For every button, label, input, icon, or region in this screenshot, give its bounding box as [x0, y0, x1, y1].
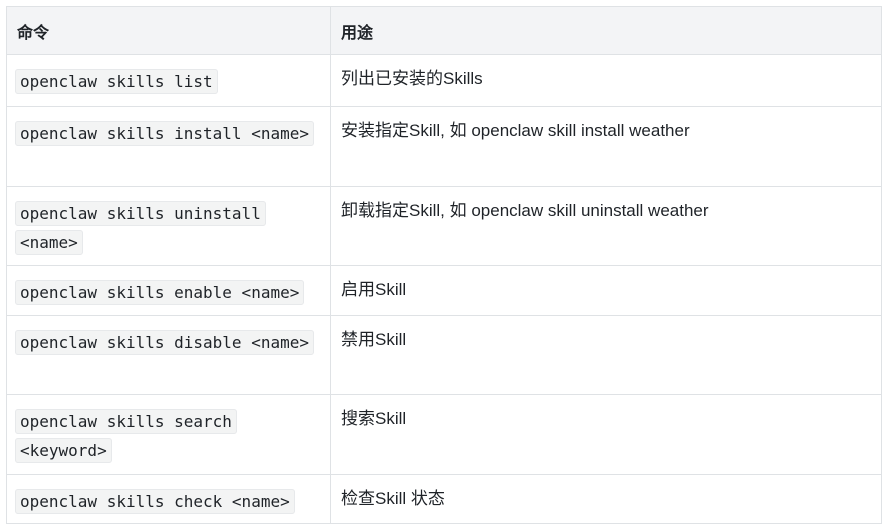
header-command: 命令 [6, 6, 331, 55]
table-row: openclaw skills list 列出已安装的Skills [6, 54, 882, 107]
command-cell: openclaw skills list [6, 54, 331, 107]
commands-table: 命令 用途 openclaw skills list 列出已安装的Skills … [6, 6, 882, 524]
command-code: openclaw skills enable <name> [15, 280, 305, 305]
command-cell: openclaw skills enable <name> [6, 265, 331, 316]
table-row: openclaw skills install <name> 安装指定Skill… [6, 106, 882, 187]
table-row: openclaw skills disable <name> 禁用Skill [6, 315, 882, 395]
header-purpose: 用途 [330, 6, 882, 55]
purpose-cell: 启用Skill [330, 265, 882, 316]
purpose-cell: 搜索Skill [330, 394, 882, 475]
command-cell: openclaw skills disable <name> [6, 315, 331, 395]
commands-table-container: 命令 用途 openclaw skills list 列出已安装的Skills … [6, 6, 882, 524]
purpose-cell: 卸载指定Skill, 如 openclaw skill uninstall we… [330, 186, 882, 266]
command-cell: openclaw skills uninstall <name> [6, 186, 331, 266]
command-code: openclaw skills install <name> [15, 121, 314, 146]
command-code: openclaw skills disable <name> [15, 330, 314, 355]
purpose-cell: 禁用Skill [330, 315, 882, 395]
table-row: openclaw skills uninstall <name> 卸载指定Ski… [6, 186, 882, 266]
command-code: openclaw skills check <name> [15, 489, 295, 514]
command-cell: openclaw skills search <keyword> [6, 394, 331, 475]
command-cell: openclaw skills check <name> [6, 474, 331, 524]
table-row: openclaw skills search <keyword> 搜索Skill [6, 394, 882, 475]
table-row: openclaw skills enable <name> 启用Skill [6, 265, 882, 316]
command-cell: openclaw skills install <name> [6, 106, 331, 187]
table-header-row: 命令 用途 [6, 6, 882, 55]
purpose-cell: 安装指定Skill, 如 openclaw skill install weat… [330, 106, 882, 187]
command-code: openclaw skills list [15, 69, 218, 94]
command-code: openclaw skills search <keyword> [15, 409, 237, 463]
command-code: openclaw skills uninstall <name> [15, 201, 266, 255]
purpose-cell: 列出已安装的Skills [330, 54, 882, 107]
table-row: openclaw skills check <name> 检查Skill 状态 [6, 474, 882, 524]
purpose-cell: 检查Skill 状态 [330, 474, 882, 524]
